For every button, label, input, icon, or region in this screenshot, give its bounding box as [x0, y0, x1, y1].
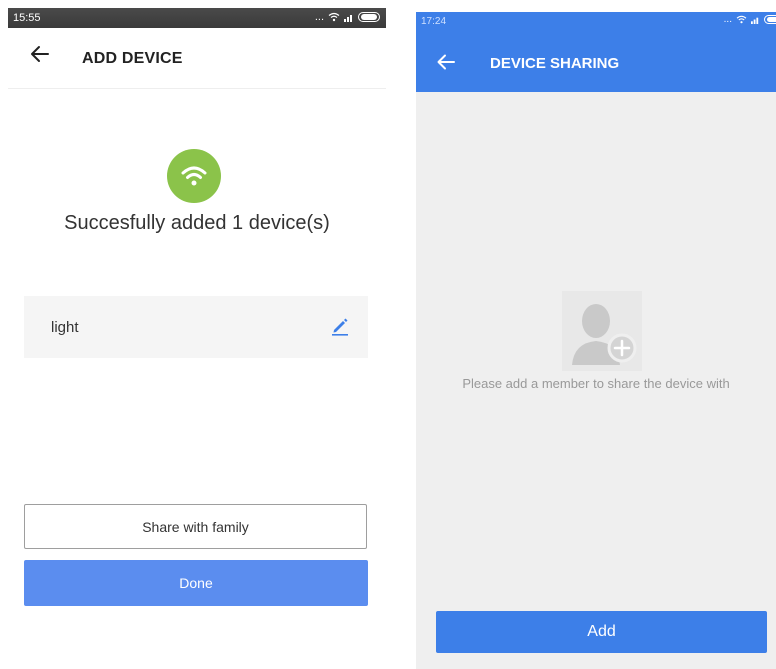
- page-title: DEVICE SHARING: [490, 55, 620, 72]
- add-person-icon: [562, 291, 642, 371]
- signal-icon: [751, 17, 759, 24]
- wifi-status-icon: [328, 12, 340, 22]
- wifi-badge: [167, 149, 221, 203]
- success-message: Succesfully added 1 device(s): [64, 212, 330, 234]
- more-dots: ...: [723, 14, 732, 25]
- signal-icon: [344, 15, 352, 22]
- status-icons: ...: [315, 11, 380, 23]
- add-member-button[interactable]: Add: [436, 611, 767, 653]
- share-with-family-button[interactable]: Share with family: [24, 504, 367, 549]
- more-dots: ...: [314, 11, 324, 23]
- status-time: 15:55: [13, 12, 41, 24]
- page-title: ADD DEVICE: [82, 50, 183, 67]
- status-bar: 17:24 ...: [416, 12, 776, 30]
- device-row[interactable]: light: [24, 296, 368, 358]
- empty-state-message: Please add a member to share the device …: [462, 376, 730, 391]
- add-device-screen: 15:55 ... ADD DEVICE Succesfully added 1…: [8, 8, 386, 669]
- status-bar: 15:55 ...: [8, 8, 386, 28]
- status-time: 17:24: [421, 16, 447, 27]
- status-icons: ...: [724, 14, 776, 25]
- wifi-status-icon: [736, 15, 747, 24]
- wifi-icon: [181, 166, 207, 186]
- device-sharing-screen: 17:24 ... DEVICE SHARING Please add a me…: [416, 12, 776, 669]
- battery-icon: [358, 12, 380, 22]
- app-header: DEVICE SHARING: [416, 30, 776, 92]
- back-arrow-icon[interactable]: [30, 43, 50, 65]
- done-button[interactable]: Done: [24, 560, 368, 606]
- battery-icon: [764, 15, 776, 24]
- app-header: ADD DEVICE: [8, 28, 386, 89]
- pencil-icon[interactable]: [330, 316, 350, 336]
- back-arrow-icon[interactable]: [436, 52, 456, 72]
- device-name: light: [51, 319, 79, 336]
